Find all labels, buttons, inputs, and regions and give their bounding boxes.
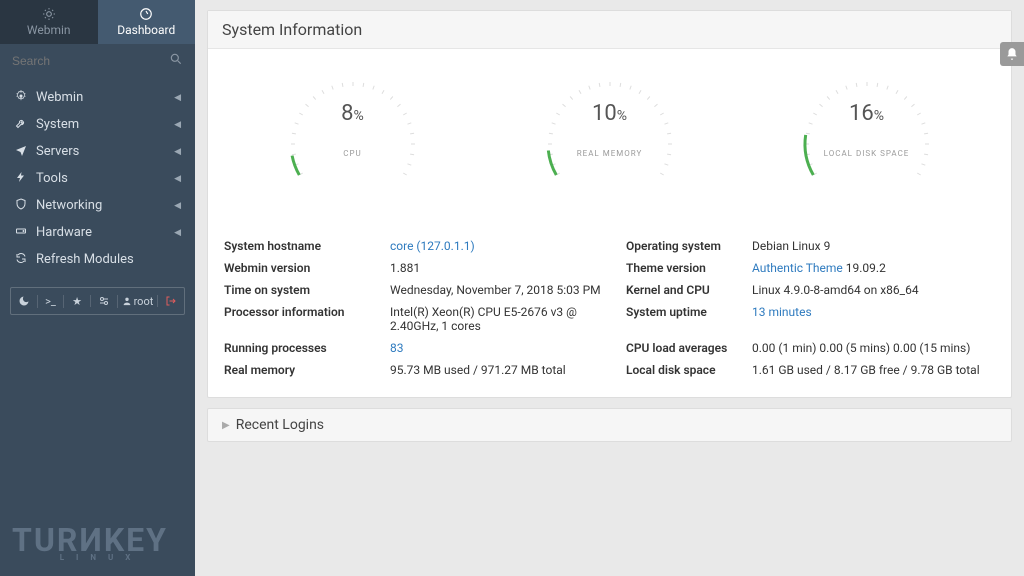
info-key: Webmin version — [224, 261, 384, 275]
chevron-left-icon: ◀ — [174, 120, 181, 130]
plane-icon — [14, 144, 28, 159]
gauge-value: 8% — [341, 101, 364, 126]
bolt-icon — [14, 171, 28, 186]
gauges-row: 8% CPU 10% REAL MEMORY 16% LOCAL DISK SP… — [224, 59, 995, 239]
drive-icon — [14, 225, 28, 240]
wrench-icon — [14, 117, 28, 132]
recent-logins-title: Recent Logins — [236, 417, 324, 433]
nav-item-system[interactable]: System ◀ — [0, 111, 195, 138]
nav-item-networking[interactable]: Networking ◀ — [0, 192, 195, 219]
tab-webmin-label: Webmin — [27, 23, 71, 37]
nav-item-label: Tools — [36, 171, 68, 186]
nav-item-servers[interactable]: Servers ◀ — [0, 138, 195, 165]
info-val: 1.61 GB used / 8.17 GB free / 9.78 GB to… — [752, 363, 995, 377]
user-button[interactable]: root — [117, 295, 158, 308]
info-val[interactable]: 13 minutes — [752, 305, 995, 333]
chevron-left-icon: ◀ — [174, 201, 181, 211]
nav-item-tools[interactable]: Tools ◀ — [0, 165, 195, 192]
info-key: Theme version — [626, 261, 746, 275]
nav-item-label: Webmin — [36, 90, 83, 105]
info-val: 0.00 (1 min) 0.00 (5 mins) 0.00 (15 mins… — [752, 341, 995, 355]
search-row — [0, 44, 195, 78]
gauge-real-memory: 10% REAL MEMORY — [535, 69, 685, 219]
chevron-left-icon: ◀ — [174, 147, 181, 157]
info-key: Operating system — [626, 239, 746, 253]
chevron-left-icon: ◀ — [174, 174, 181, 184]
recent-logins-panel[interactable]: ▶ Recent Logins — [207, 408, 1012, 442]
tab-webmin[interactable]: Webmin — [0, 0, 98, 44]
info-val: 1.881 — [390, 261, 620, 275]
nav-item-hardware[interactable]: Hardware ◀ — [0, 219, 195, 246]
favorites-button[interactable]: ★ — [63, 295, 90, 308]
info-key: Local disk space — [626, 363, 746, 377]
chevron-right-icon: ▶ — [222, 420, 230, 431]
nav-item-webmin[interactable]: Webmin ◀ — [0, 84, 195, 111]
nav-item-label: Servers — [36, 144, 79, 159]
brand-logo: TURИKEY L I N U X — [12, 526, 183, 562]
info-val[interactable]: 83 — [390, 341, 620, 355]
info-key: Real memory — [224, 363, 384, 377]
info-key: CPU load averages — [626, 341, 746, 355]
gauge-value: 16% — [849, 101, 884, 126]
panel-title: System Information — [208, 11, 1011, 49]
nav-item-label: Hardware — [36, 225, 92, 240]
info-val: 95.73 MB used / 971.27 MB total — [390, 363, 620, 377]
webmin-icon — [42, 7, 56, 21]
nav-item-label: System — [36, 117, 79, 132]
nav-item-refresh-modules[interactable]: Refresh Modules — [0, 246, 195, 273]
info-val: Debian Linux 9 — [752, 239, 995, 253]
nav-item-label: Refresh Modules — [36, 252, 134, 267]
search-input[interactable] — [12, 54, 169, 68]
bottom-bar: >_ ★ root — [0, 287, 195, 315]
gauge-value: 10% — [592, 101, 627, 126]
chevron-left-icon: ◀ — [174, 228, 181, 238]
terminal-button[interactable]: >_ — [37, 295, 64, 308]
refresh-icon — [14, 252, 28, 267]
tab-dashboard-label: Dashboard — [117, 23, 175, 37]
info-key: Running processes — [224, 341, 384, 355]
notifications-button[interactable] — [1000, 42, 1024, 66]
info-key: System uptime — [626, 305, 746, 333]
info-key: Time on system — [224, 283, 384, 297]
gauge-local-disk-space: 16% LOCAL DISK SPACE — [792, 69, 942, 219]
system-info-panel: System Information 8% CPU 10% REAL MEMOR… — [207, 10, 1012, 398]
tab-dashboard[interactable]: Dashboard — [98, 0, 196, 44]
info-val[interactable]: Authentic Theme 19.09.2 — [752, 261, 995, 275]
gauge-cpu: 8% CPU — [278, 69, 428, 219]
chevron-left-icon: ◀ — [174, 93, 181, 103]
info-val: Intel(R) Xeon(R) CPU E5-2676 v3 @ 2.40GH… — [390, 305, 620, 333]
gear-icon — [14, 90, 28, 105]
gauge-label: REAL MEMORY — [577, 149, 643, 158]
search-icon[interactable] — [169, 52, 183, 70]
info-val: Wednesday, November 7, 2018 5:03 PM — [390, 283, 620, 297]
logout-button[interactable] — [157, 295, 184, 307]
info-grid: System hostname core (127.0.1.1) Operating… — [224, 239, 995, 377]
nav: Webmin◀System◀Servers◀Tools◀Networking◀H… — [0, 78, 195, 273]
main: System Information 8% CPU 10% REAL MEMOR… — [195, 0, 1024, 576]
gauge-label: CPU — [343, 149, 361, 158]
night-mode-button[interactable] — [11, 295, 37, 307]
dashboard-icon — [139, 7, 153, 21]
sidebar: Webmin Dashboard Webmin◀System◀Servers◀T… — [0, 0, 195, 576]
info-val: Linux 4.9.0-8-amd64 on x86_64 — [752, 283, 995, 297]
info-key: Processor information — [224, 305, 384, 333]
info-val[interactable]: core (127.0.1.1) — [390, 239, 620, 253]
shield-icon — [14, 198, 28, 213]
nav-item-label: Networking — [36, 198, 102, 213]
info-key: Kernel and CPU — [626, 283, 746, 297]
info-key: System hostname — [224, 239, 384, 253]
gauge-label: LOCAL DISK SPACE — [824, 149, 910, 158]
settings-button[interactable] — [90, 295, 117, 307]
sidebar-tabs: Webmin Dashboard — [0, 0, 195, 44]
brand-logo-text: TURИKEY — [12, 526, 183, 555]
user-label: root — [134, 295, 154, 308]
